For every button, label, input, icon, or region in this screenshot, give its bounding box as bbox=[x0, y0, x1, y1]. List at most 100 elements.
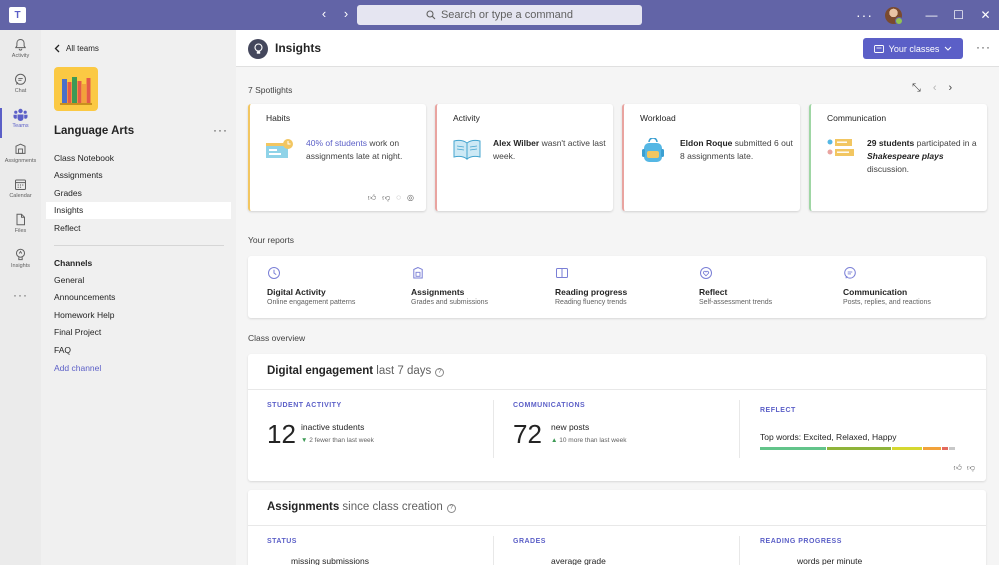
reports-strip: Digital Activity Online engagement patte… bbox=[248, 256, 986, 318]
insights-app-icon bbox=[248, 39, 268, 59]
reading-progress-metric[interactable]: READING PROGRESS words per minute bbox=[760, 538, 862, 565]
menu-reflect[interactable]: Reflect bbox=[46, 220, 231, 237]
all-teams-label: All teams bbox=[66, 44, 99, 53]
channel-announcements[interactable]: Announcements bbox=[46, 289, 231, 306]
card-feedback: 👍︎ 👎︎ bbox=[954, 463, 976, 473]
rail-item-files[interactable]: Files bbox=[0, 213, 41, 234]
chat-bubble-icon bbox=[844, 267, 856, 279]
back-arrow-icon[interactable]: ‹ bbox=[318, 6, 330, 21]
report-title: Communication bbox=[843, 287, 908, 297]
report-reading-progress[interactable]: Reading progress Reading fluency trends bbox=[555, 266, 685, 306]
app-rail: Activity Chat Teams Assignments Calendar… bbox=[0, 30, 41, 565]
share-icon[interactable]: ◎ bbox=[407, 193, 414, 203]
next-spotlight-icon[interactable]: › bbox=[948, 82, 952, 95]
minimize-icon[interactable]: — bbox=[918, 8, 945, 22]
thumbs-up-icon[interactable]: 👍︎ bbox=[954, 463, 962, 473]
report-desc: Self-assessment trends bbox=[699, 299, 773, 306]
rail-label: Insights bbox=[11, 263, 30, 269]
grades-metric[interactable]: GRADES average grade bbox=[513, 538, 606, 565]
user-avatar[interactable] bbox=[885, 6, 903, 25]
report-title: Reflect bbox=[699, 287, 728, 297]
team-more-icon[interactable]: ··· bbox=[213, 123, 228, 137]
spotlight-card-habits[interactable]: Habits 40% of students work on assignmen… bbox=[248, 104, 426, 211]
forward-arrow-icon[interactable]: › bbox=[340, 6, 352, 21]
help-icon[interactable]: ? bbox=[435, 367, 445, 377]
emotion-bar-segment bbox=[760, 447, 826, 450]
metric-label: READING PROGRESS bbox=[760, 538, 842, 545]
metric-desc: missing submissions bbox=[291, 556, 369, 565]
spotlight-card-workload[interactable]: Workload Eldon Roque submitted 6 out 8 a… bbox=[622, 104, 800, 211]
main-content: Insights Your classes ··· 7 Spotlights ⤡… bbox=[236, 30, 999, 565]
rail-item-insights[interactable]: Insights bbox=[0, 248, 41, 269]
rail-label: Calendar bbox=[9, 193, 32, 199]
header-more-icon[interactable]: ··· bbox=[976, 40, 991, 54]
rail-item-activity[interactable]: Activity bbox=[0, 38, 41, 59]
menu-class-notebook[interactable]: Class Notebook bbox=[46, 150, 231, 167]
search-icon bbox=[426, 10, 436, 20]
rail-item-assignments[interactable]: Assignments bbox=[0, 143, 41, 164]
communications-metric[interactable]: COMMUNICATIONS 72 new posts ▲ 10 more th… bbox=[513, 402, 626, 449]
metric-trend: ▼ 2 fewer than last week bbox=[301, 437, 374, 444]
metric-desc: inactive students bbox=[301, 422, 365, 432]
report-title: Digital Activity bbox=[267, 287, 326, 297]
channel-faq[interactable]: FAQ bbox=[46, 342, 231, 359]
report-desc: Posts, replies, and reactions bbox=[843, 299, 931, 306]
rail-item-calendar[interactable]: Calendar bbox=[0, 178, 41, 199]
team-books-image bbox=[54, 67, 98, 111]
report-desc: Online engagement patterns bbox=[267, 299, 356, 306]
rail-item-teams[interactable]: Teams bbox=[0, 108, 41, 138]
report-digital-activity[interactable]: Digital Activity Online engagement patte… bbox=[267, 266, 397, 306]
your-classes-button[interactable]: Your classes bbox=[863, 38, 963, 59]
rail-label: Assignments bbox=[4, 158, 37, 164]
emotion-bar-segment bbox=[892, 447, 922, 450]
status-metric[interactable]: STATUS missing submissions bbox=[267, 538, 369, 565]
student-activity-metric[interactable]: STUDENT ACTIVITY 12 inactive students ▼ … bbox=[267, 402, 374, 449]
channel-general[interactable]: General bbox=[46, 272, 231, 289]
comment-icon[interactable]: ◌ bbox=[396, 193, 401, 203]
top-words: Top words: Excited, Relaxed, Happy bbox=[760, 432, 897, 442]
search-placeholder: Search or type a command bbox=[440, 9, 574, 21]
digital-engagement-title: Digital engagement last 7 days? bbox=[267, 365, 445, 377]
reflect-metric[interactable]: REFLECT Top words: Excited, Relaxed, Hap… bbox=[760, 407, 955, 450]
card-title: Activity bbox=[453, 113, 480, 123]
channel-final-project[interactable]: Final Project bbox=[46, 324, 231, 341]
add-channel-link[interactable]: Add channel bbox=[46, 360, 231, 377]
report-communication[interactable]: Communication Posts, replies, and reacti… bbox=[843, 266, 973, 306]
search-bar[interactable]: Search or type a command bbox=[357, 5, 642, 25]
menu-assignments[interactable]: Assignments bbox=[46, 167, 231, 184]
spotlights-section: 7 Spotlights ⤡ ‹ › Habits 40% of student… bbox=[236, 68, 999, 218]
emotion-bar-segment bbox=[923, 447, 941, 450]
report-assignments[interactable]: Assignments Grades and submissions bbox=[411, 266, 541, 306]
menu-insights[interactable]: Insights bbox=[46, 202, 231, 219]
card-title: Communication bbox=[827, 113, 887, 123]
all-teams-link[interactable]: All teams bbox=[54, 44, 99, 53]
metric-label: STUDENT ACTIVITY bbox=[267, 402, 342, 409]
spotlight-controls: ⤡ ‹ › bbox=[912, 82, 952, 95]
maximize-icon[interactable]: ☐ bbox=[945, 8, 972, 22]
close-icon[interactable]: ✕ bbox=[972, 8, 999, 22]
thumbs-up-icon[interactable]: 👍︎ bbox=[368, 193, 376, 203]
history-nav: ‹ › bbox=[318, 6, 352, 21]
report-reflect[interactable]: Reflect Self-assessment trends bbox=[699, 266, 829, 306]
prev-spotlight-icon[interactable]: ‹ bbox=[933, 82, 937, 95]
teams-logo-icon: T bbox=[9, 7, 26, 23]
channel-homework-help[interactable]: Homework Help bbox=[46, 307, 231, 324]
help-icon[interactable]: ? bbox=[446, 503, 456, 513]
rail-more-icon[interactable]: ··· bbox=[0, 288, 41, 302]
discussion-illustration-icon bbox=[827, 139, 854, 156]
metric-label: REFLECT bbox=[760, 407, 796, 414]
bell-icon bbox=[14, 38, 27, 51]
heart-icon bbox=[700, 267, 712, 279]
more-options-icon[interactable]: ··· bbox=[856, 7, 873, 23]
your-reports-heading: Your reports bbox=[248, 235, 294, 245]
metric-label: COMMUNICATIONS bbox=[513, 402, 586, 409]
your-classes-label: Your classes bbox=[888, 43, 940, 54]
spotlight-card-communication[interactable]: Communication 29 students participated i… bbox=[809, 104, 987, 211]
collapse-icon[interactable]: ⤡ bbox=[912, 82, 921, 95]
thumbs-down-icon[interactable]: 👎︎ bbox=[967, 463, 975, 473]
thumbs-down-icon[interactable]: 👎︎ bbox=[382, 193, 390, 203]
spotlight-card-activity[interactable]: Activity Alex Wilber wasn't active last … bbox=[435, 104, 613, 211]
spotlights-count: 7 Spotlights bbox=[248, 85, 293, 95]
menu-grades[interactable]: Grades bbox=[46, 185, 231, 202]
rail-item-chat[interactable]: Chat bbox=[0, 73, 41, 94]
